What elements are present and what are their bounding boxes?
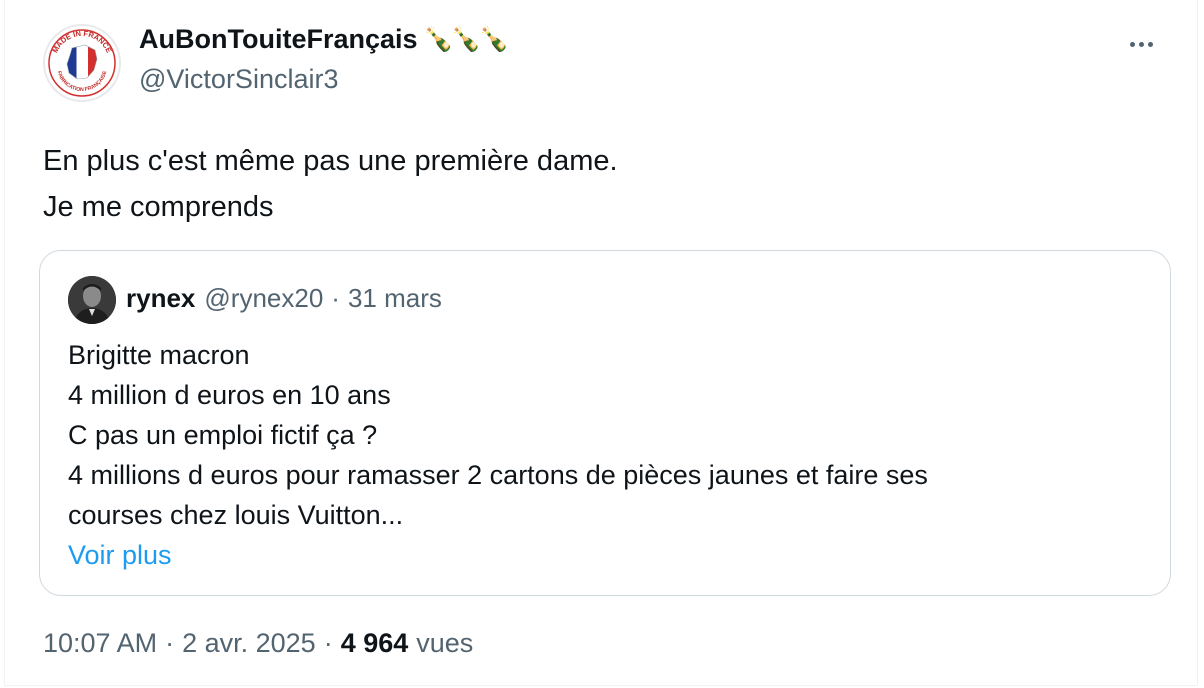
dot-separator: · <box>331 283 340 313</box>
more-dot-icon <box>1138 41 1144 47</box>
author-name-text: AuBonTouiteFrançais <box>139 24 418 54</box>
views-count[interactable]: 4 964 <box>341 628 409 659</box>
dot-separator: · <box>323 628 333 658</box>
quoted-tweet[interactable]: rynex @rynex20 · 31 mars Brigitte macron… <box>39 250 1171 596</box>
quoted-author-name[interactable]: rynex <box>126 283 195 314</box>
tweet-text: En plus c'est même pas une première dame… <box>43 138 618 230</box>
quoted-text-line: 4 millions d euros pour ramasser 2 carto… <box>68 460 928 490</box>
show-more-link[interactable]: Voir plus <box>68 535 928 575</box>
author-name[interactable]: AuBonTouiteFrançais 🍾🍾🍾 <box>139 24 510 55</box>
author-avatar[interactable]: MADE IN FRANCE FABRICATION FRANÇAISE <box>43 24 121 102</box>
quoted-tweet-text: Brigitte macron 4 million d euros en 10 … <box>68 335 928 575</box>
made-in-france-badge-icon: MADE IN FRANCE FABRICATION FRANÇAISE <box>46 27 118 99</box>
tweet-card: MADE IN FRANCE FABRICATION FRANÇAISE AuB… <box>4 0 1198 686</box>
champagne-emoji-icon: 🍾🍾🍾 <box>423 26 510 53</box>
more-options-button[interactable] <box>1121 24 1161 64</box>
tweet-time[interactable]: 10:07 AM <box>43 628 157 659</box>
tweet-text-line: Je me comprends <box>43 191 274 223</box>
quoted-text-line: Brigitte macron <box>68 340 250 370</box>
author-handle[interactable]: @VictorSinclair3 <box>139 64 338 95</box>
tweet-date[interactable]: 2 avr. 2025 <box>182 628 316 659</box>
dot-separator: · <box>165 628 175 658</box>
more-dot-icon <box>1129 41 1135 47</box>
quoted-text-line: C pas un emploi fictif ça ? <box>68 420 378 450</box>
person-avatar-icon <box>68 276 116 324</box>
quoted-author-avatar[interactable] <box>68 276 116 324</box>
views-label: vues <box>416 628 474 658</box>
quoted-text-line: courses chez louis Vuitton... <box>68 500 404 530</box>
more-dot-icon <box>1147 41 1153 47</box>
tweet-metadata: 10:07 AM · 2 avr. 2025 · 4 964 vues <box>43 628 473 659</box>
quoted-author-handle[interactable]: @rynex20 <box>204 283 323 314</box>
quoted-tweet-date[interactable]: 31 mars <box>348 283 442 314</box>
quoted-tweet-header: rynex @rynex20 · 31 mars <box>126 283 442 314</box>
quoted-text-line: 4 million d euros en 10 ans <box>68 380 391 410</box>
tweet-text-line: En plus c'est même pas une première dame… <box>43 145 618 177</box>
